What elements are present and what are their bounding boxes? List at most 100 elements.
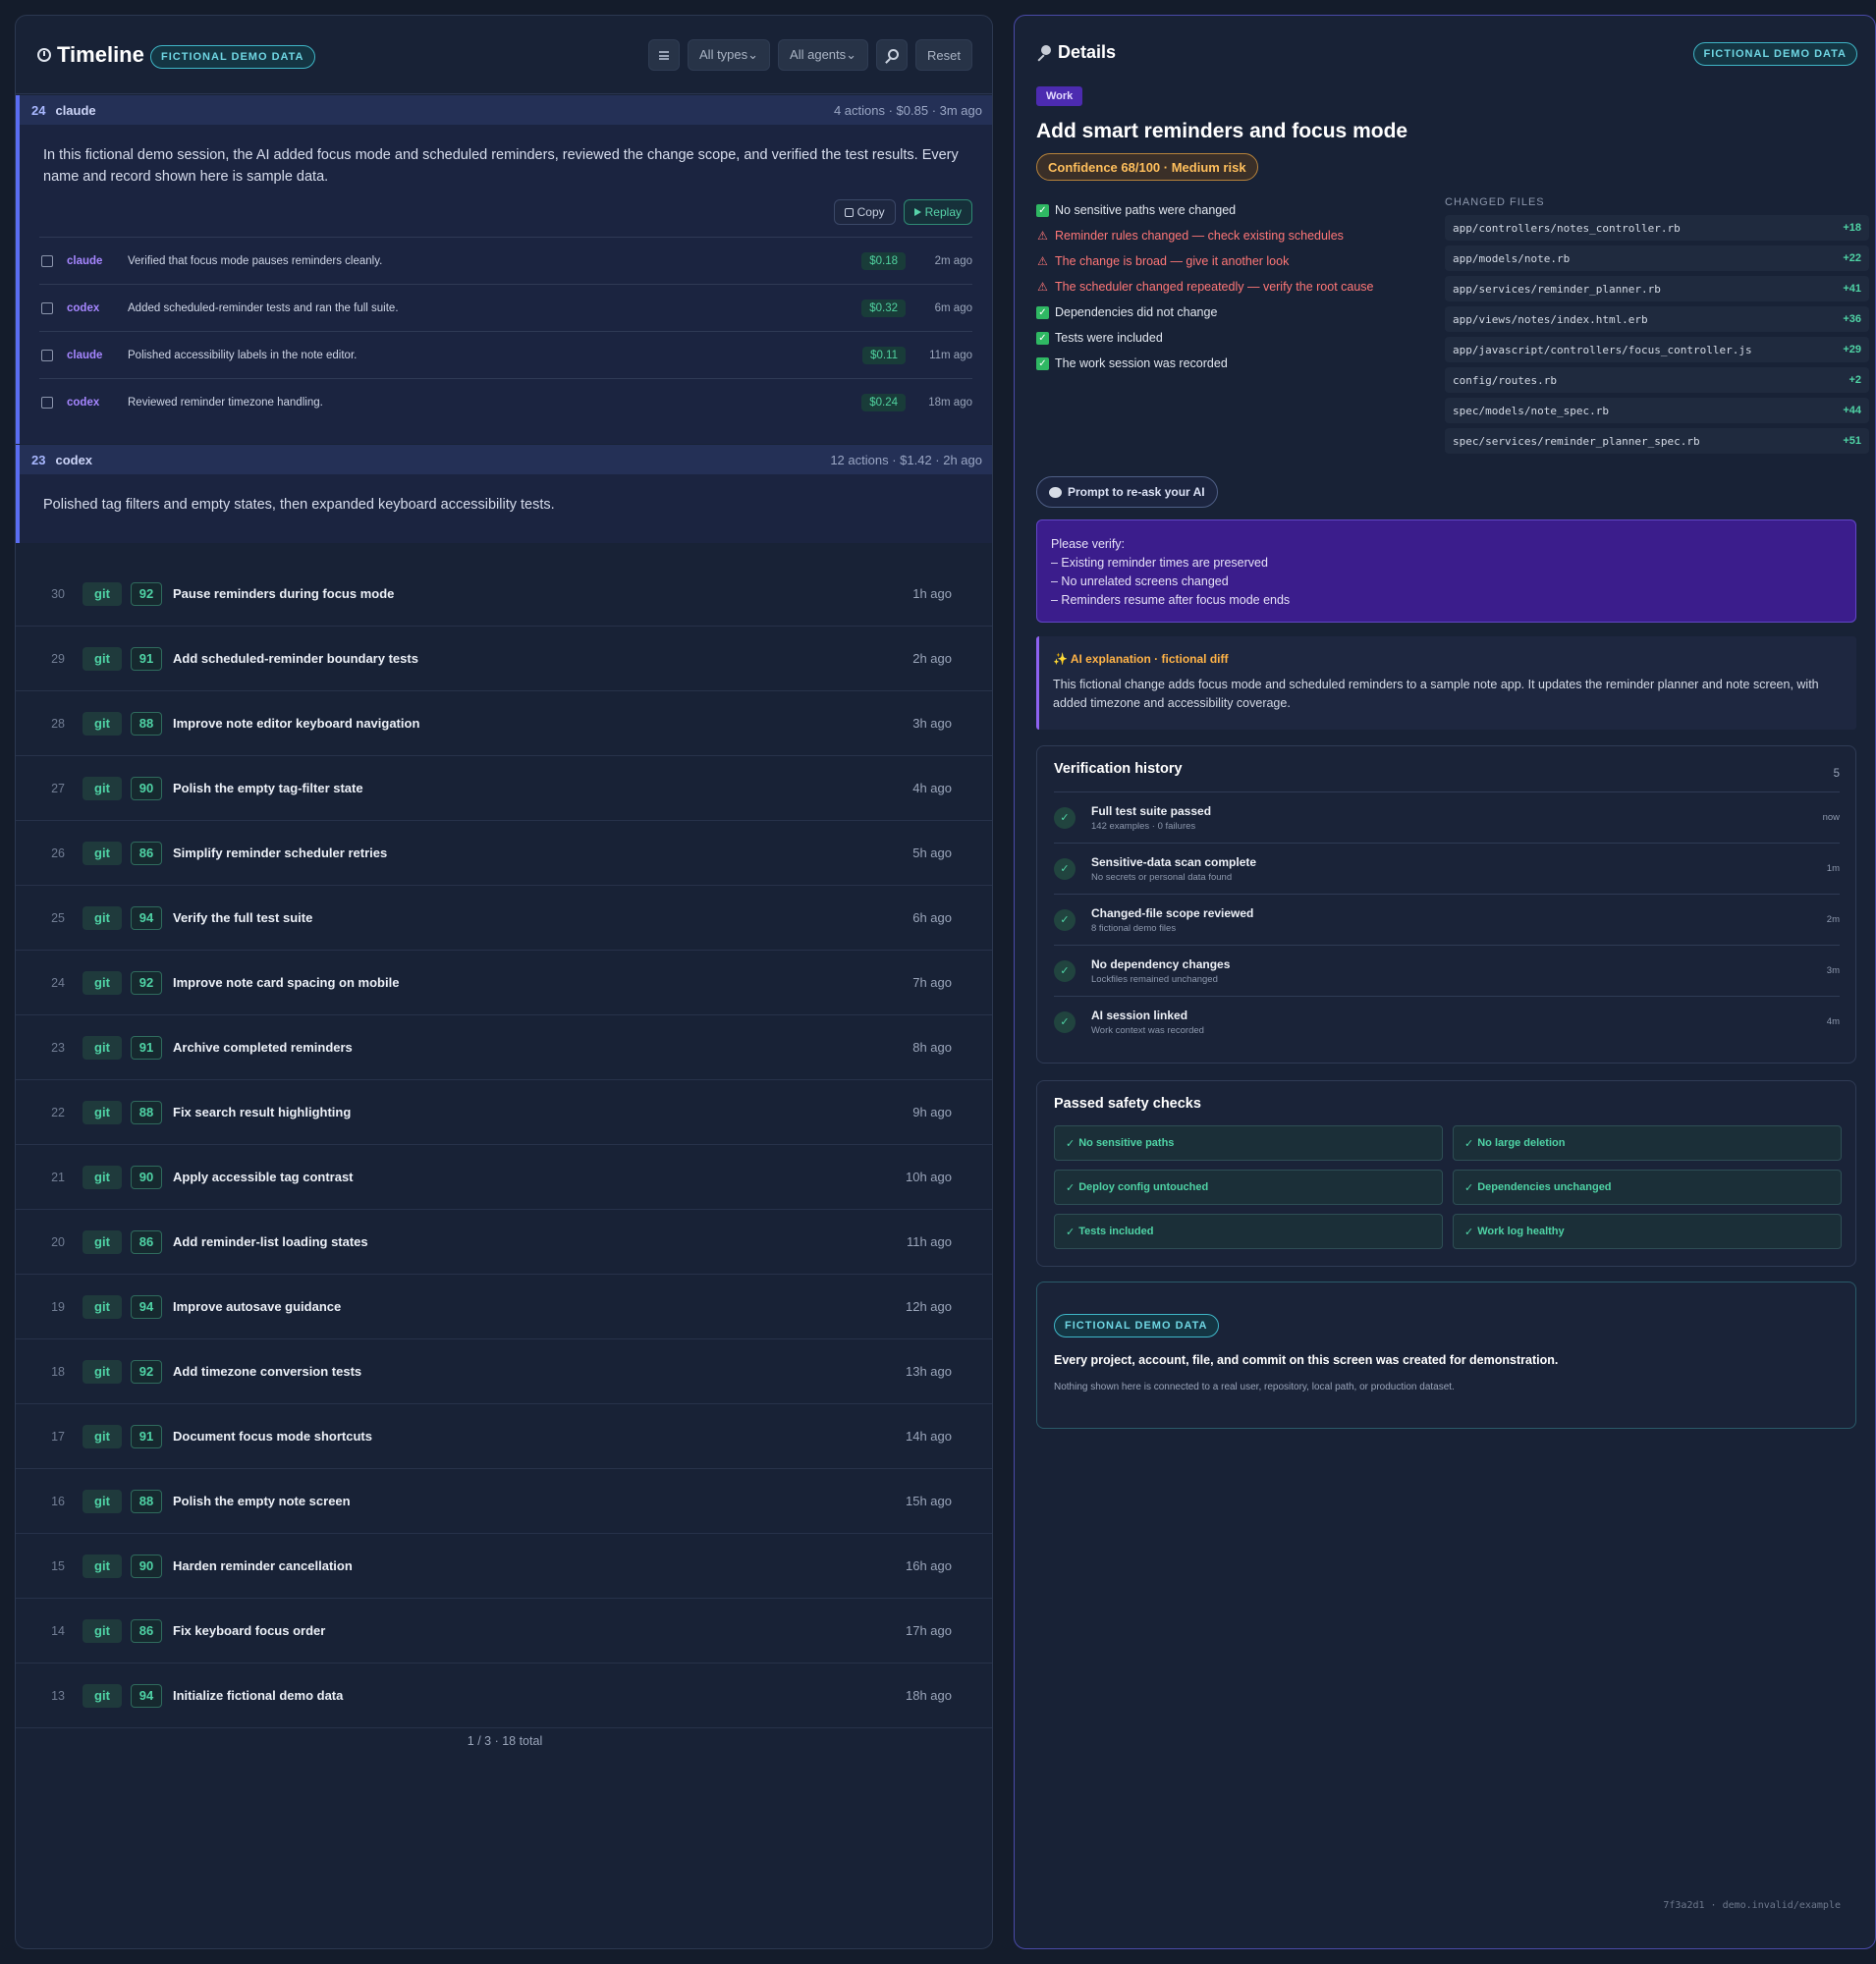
commit-row[interactable]: 22 git 88 Fix search result highlighting 9h … bbox=[16, 1080, 992, 1145]
commit-row[interactable]: 20 git 86 Add reminder-list loading states 1… bbox=[16, 1210, 992, 1275]
verification-item: ✓ No dependency changes Lockfiles remained… bbox=[1054, 945, 1840, 996]
session-agent: claude bbox=[55, 102, 96, 118]
action-checkbox[interactable] bbox=[41, 301, 53, 314]
session-header[interactable]: 23 codex 12 actions · $1.42 · 2h ago bbox=[20, 445, 992, 474]
action-cost: $0.11 bbox=[862, 346, 906, 364]
action-text: Added scheduled-reminder tests and ran t… bbox=[128, 301, 399, 314]
commit-row[interactable]: 19 git 94 Improve autosave guidance 12h ago bbox=[16, 1275, 992, 1339]
changed-file-row[interactable]: config/routes.rb +2 bbox=[1445, 367, 1869, 393]
commit-score: 86 bbox=[131, 1229, 162, 1254]
commit-time: 8h ago bbox=[912, 1040, 952, 1055]
search-button[interactable] bbox=[876, 39, 909, 71]
commit-row[interactable]: 16 git 88 Polish the empty note screen 15h a… bbox=[16, 1469, 992, 1534]
safety-check-label: Dependencies unchanged bbox=[1477, 1181, 1612, 1193]
check-icon: ✓ bbox=[1054, 959, 1076, 982]
commit-row[interactable]: 17 git 91 Document focus mode shortcuts 14h … bbox=[16, 1404, 992, 1469]
check-item: ✓ The work session was recorded bbox=[1036, 351, 1429, 376]
commit-number: 17 bbox=[51, 1429, 65, 1444]
action-time: 11m ago bbox=[929, 349, 972, 361]
verification-item: ✓ AI session linked Work context was recor… bbox=[1054, 996, 1840, 1047]
check-icon: ✓ bbox=[1036, 356, 1049, 370]
commit-row[interactable]: 18 git 92 Add timezone conversion tests 13h … bbox=[16, 1339, 992, 1404]
commit-title: Fix search result highlighting bbox=[173, 1105, 352, 1119]
safety-checks: Passed safety checks ✓ No sensitive paths… bbox=[1036, 1080, 1856, 1267]
commit-type-badge: git bbox=[83, 841, 122, 865]
list-view-button[interactable] bbox=[648, 39, 681, 71]
changed-file-row[interactable]: spec/services/reminder_planner_spec.rb +5… bbox=[1445, 428, 1869, 454]
action-checkbox[interactable] bbox=[41, 254, 53, 267]
commit-title: Initialize fictional demo data bbox=[173, 1688, 344, 1703]
commit-time: 3h ago bbox=[912, 716, 952, 731]
commit-number: 21 bbox=[51, 1170, 65, 1184]
verification-count: 5 bbox=[1833, 768, 1840, 780]
commit-row[interactable]: 23 git 91 Archive completed reminders 8h ago bbox=[16, 1015, 992, 1080]
commit-row[interactable]: 24 git 92 Improve note card spacing on mobi… bbox=[16, 951, 992, 1015]
verification-title: Verification history bbox=[1054, 761, 1183, 777]
session-card[interactable]: 23 codex 12 actions · $1.42 · 2h ago Pol… bbox=[16, 445, 992, 543]
speech-bubble-icon bbox=[1049, 486, 1062, 498]
agents-filter[interactable]: All agents⌄ bbox=[778, 39, 869, 71]
action-checkbox[interactable] bbox=[41, 349, 53, 361]
action-agent: claude bbox=[67, 349, 103, 361]
timeline-panel: Timeline FICTIONAL DEMO DATA All types⌄ … bbox=[15, 15, 993, 1949]
commit-row[interactable]: 30 git 92 Pause reminders during focus mode… bbox=[16, 562, 992, 627]
commit-row[interactable]: 21 git 90 Apply accessible tag contrast 10h … bbox=[16, 1145, 992, 1210]
file-additions: +2 bbox=[1848, 374, 1861, 386]
verification-item-title: AI session linked bbox=[1091, 1008, 1188, 1022]
reset-button[interactable]: Reset bbox=[915, 39, 972, 71]
commit-number: 26 bbox=[51, 846, 65, 860]
replay-button[interactable]: Replay bbox=[903, 199, 972, 225]
copy-button[interactable]: Copy bbox=[833, 199, 896, 225]
check-icon: ✓ bbox=[1036, 305, 1049, 319]
commit-title: Add scheduled-reminder boundary tests bbox=[173, 651, 418, 666]
verify-line: – No unrelated screens changed bbox=[1051, 574, 1229, 588]
changed-file-row[interactable]: app/javascript/controllers/focus_control… bbox=[1445, 337, 1869, 362]
commit-type-badge: git bbox=[83, 1100, 122, 1124]
check-text: The change is broad — give it another lo… bbox=[1055, 254, 1290, 268]
commit-row[interactable]: 28 git 88 Improve note editor keyboard navi… bbox=[16, 691, 992, 756]
reask-prompt-button[interactable]: Prompt to re-ask your AI bbox=[1036, 476, 1218, 508]
commit-type-badge: git bbox=[83, 776, 122, 800]
commit-row[interactable]: 25 git 94 Verify the full test suite 6h ago bbox=[16, 886, 992, 951]
verify-line: Please verify: bbox=[1051, 537, 1126, 551]
commit-number: 19 bbox=[51, 1299, 65, 1314]
commit-row[interactable]: 13 git 94 Initialize fictional demo data 18h… bbox=[16, 1664, 992, 1728]
session-header[interactable]: 24 claude 4 actions · $0.85 · 3m ago bbox=[20, 95, 992, 125]
copy-label: Copy bbox=[856, 205, 885, 219]
safety-grid: ✓ No sensitive paths ✓ No large deletion ✓ De… bbox=[1054, 1125, 1842, 1249]
demo-badge: FICTIONAL DEMO DATA bbox=[150, 45, 315, 69]
verification-item: ✓ Full test suite passed 142 examples · 0 … bbox=[1054, 791, 1840, 843]
play-icon bbox=[913, 208, 921, 216]
check-item: ✓ Dependencies did not change bbox=[1036, 300, 1429, 325]
session-number: 24 bbox=[31, 102, 46, 118]
changed-file-row[interactable]: spec/models/note_spec.rb +44 bbox=[1445, 398, 1869, 423]
commit-title: Simplify reminder scheduler retries bbox=[173, 846, 388, 860]
action-cost: $0.32 bbox=[861, 299, 906, 317]
verify-prompt-box[interactable]: Please verify: – Existing reminder times… bbox=[1036, 519, 1856, 623]
commit-row[interactable]: 27 git 90 Polish the empty tag-filter state… bbox=[16, 756, 992, 821]
commit-row[interactable]: 15 git 90 Harden reminder cancellation 16h a… bbox=[16, 1534, 992, 1599]
check-icon: ✓ bbox=[1054, 1010, 1076, 1033]
safety-check-item: ✓ Dependencies unchanged bbox=[1453, 1170, 1842, 1205]
action-checkbox[interactable] bbox=[41, 396, 53, 409]
commit-row[interactable]: 26 git 86 Simplify reminder scheduler retri… bbox=[16, 821, 992, 886]
changed-file-row[interactable]: app/controllers/notes_controller.rb +18 bbox=[1445, 215, 1869, 241]
verification-item-sub: Work context was recorded bbox=[1091, 1024, 1204, 1036]
commit-row[interactable]: 29 git 91 Add scheduled-reminder boundary t… bbox=[16, 627, 992, 691]
action-row: claude Polished accessibility labels in … bbox=[39, 331, 972, 378]
warning-icon: ⚠ bbox=[1037, 254, 1048, 268]
commit-row[interactable]: 14 git 86 Fix keyboard focus order 17h ago bbox=[16, 1599, 992, 1664]
commit-title: Fix keyboard focus order bbox=[173, 1623, 326, 1638]
confidence-badge: Confidence 68/100 · Medium risk bbox=[1036, 153, 1258, 181]
changed-file-row[interactable]: app/views/notes/index.html.erb +36 bbox=[1445, 306, 1869, 332]
changed-file-row[interactable]: app/models/note.rb +22 bbox=[1445, 246, 1869, 271]
changed-file-row[interactable]: app/services/reminder_planner.rb +41 bbox=[1445, 276, 1869, 301]
list-icon bbox=[659, 50, 670, 60]
commit-score: 92 bbox=[131, 581, 162, 606]
file-additions: +51 bbox=[1843, 435, 1861, 447]
commit-time: 14h ago bbox=[906, 1429, 952, 1444]
types-filter[interactable]: All types⌄ bbox=[688, 39, 771, 71]
session-card[interactable]: 24 claude 4 actions · $0.85 · 3m ago In … bbox=[16, 95, 992, 444]
verification-item-time: 4m bbox=[1826, 1016, 1840, 1027]
verification-body: Full test suite passed 142 examples · 0 f… bbox=[1091, 804, 1823, 832]
